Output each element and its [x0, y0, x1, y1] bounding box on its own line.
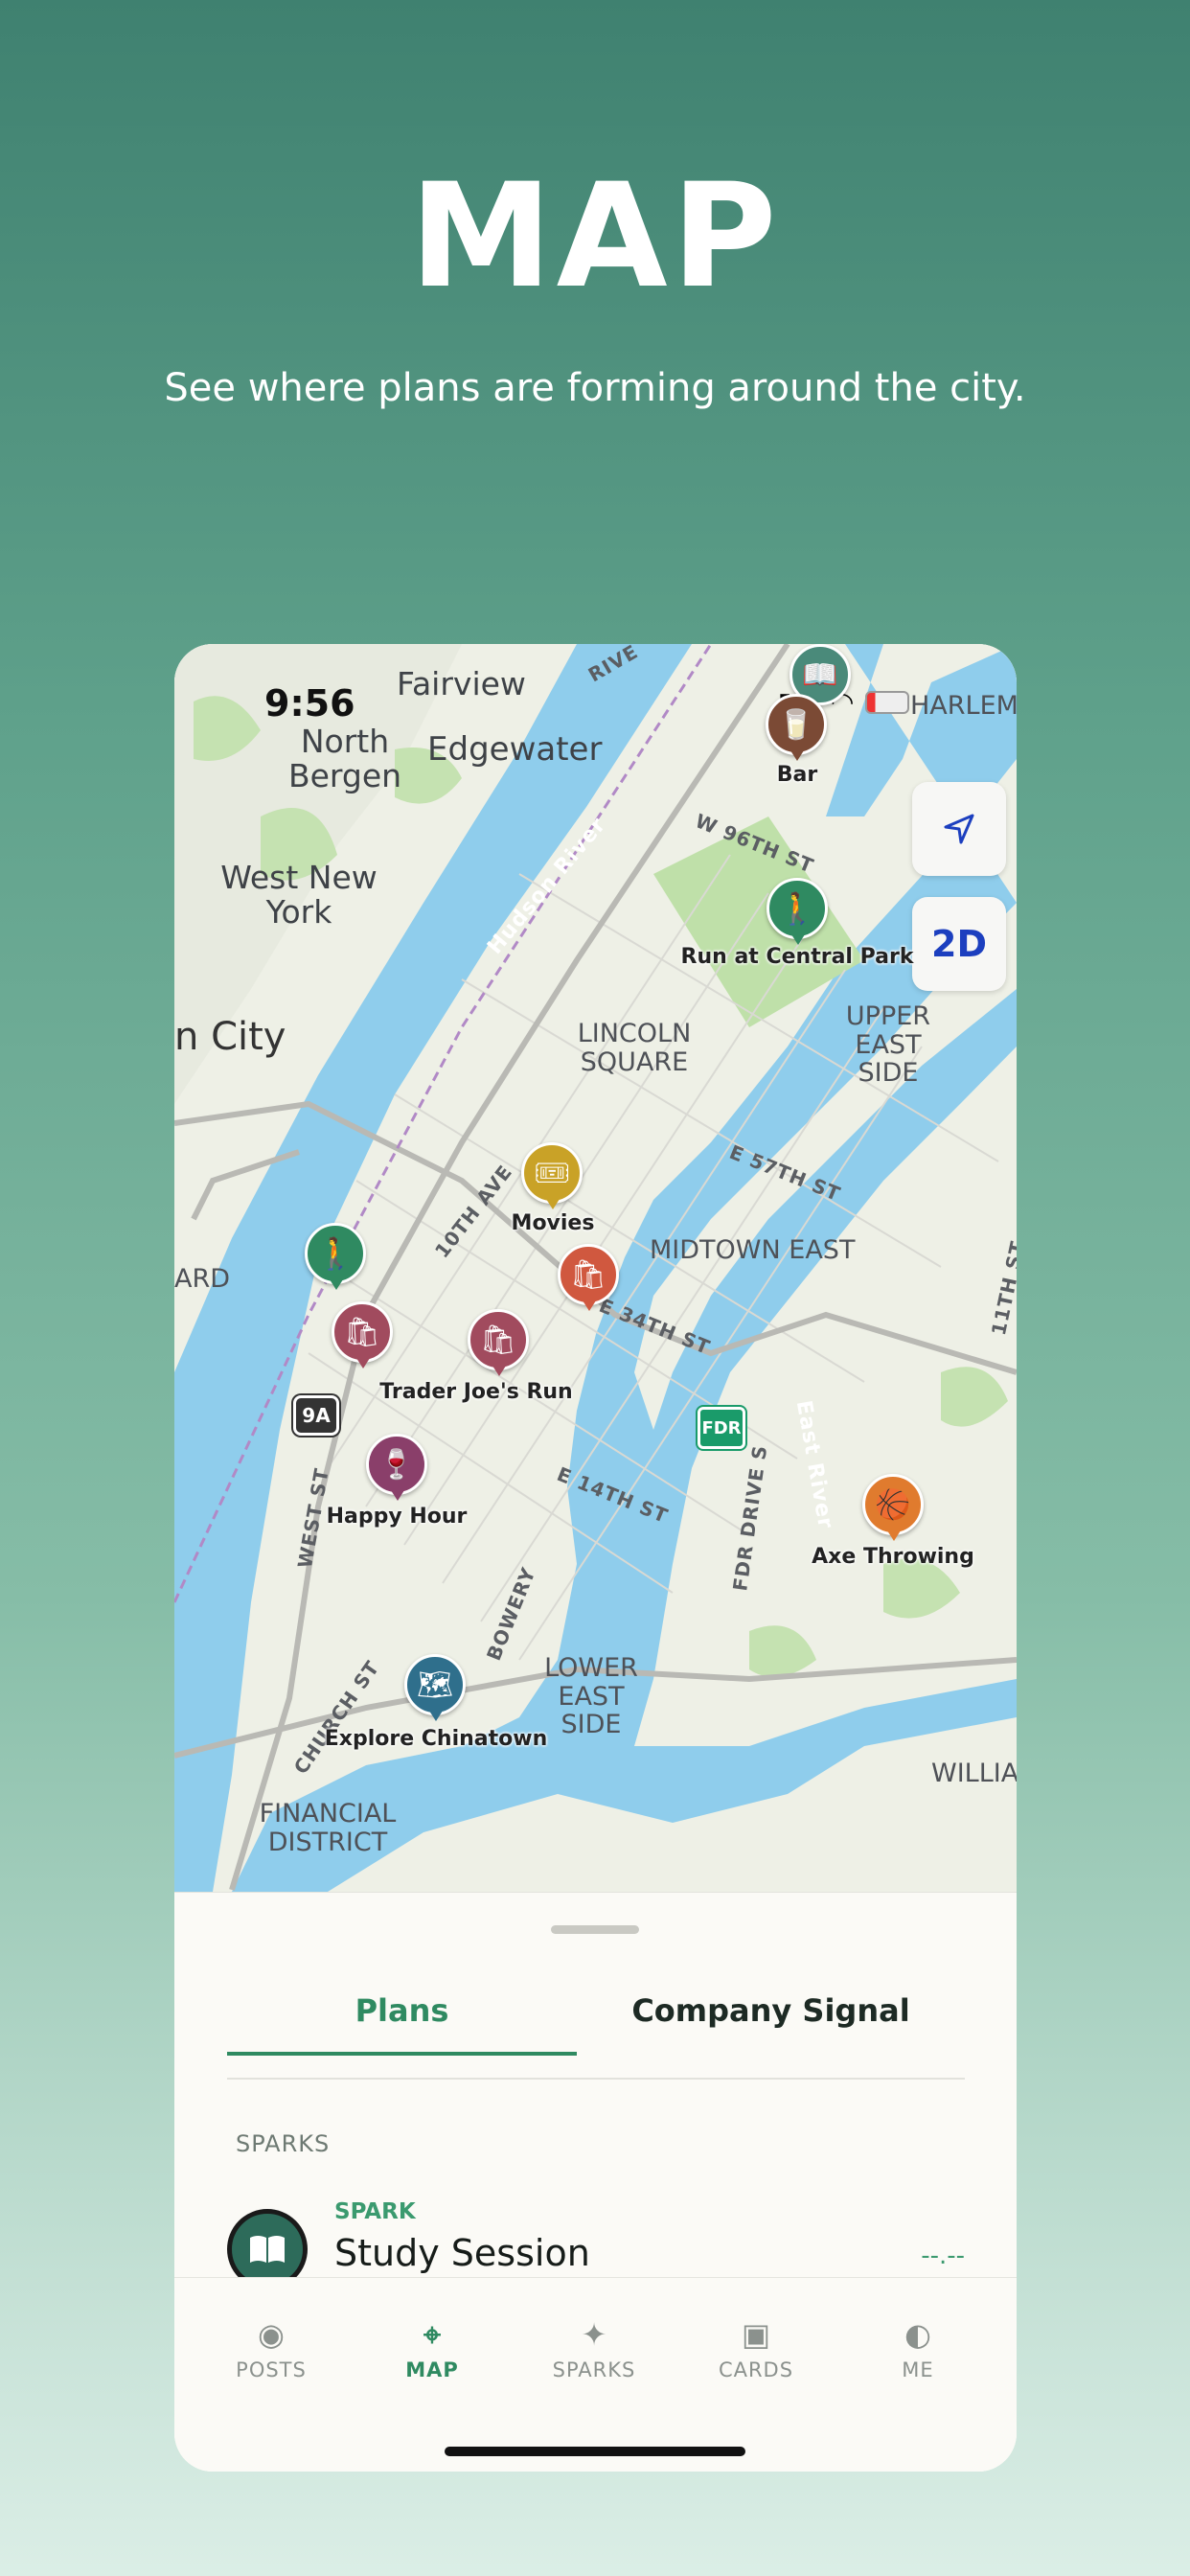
place-jersey-city: n City: [174, 1015, 286, 1059]
home-indicator[interactable]: [445, 2447, 745, 2456]
posts-icon: ◉: [258, 2316, 285, 2353]
map-pin-happy-hour[interactable]: 🍷: [366, 1434, 429, 1505]
map-pin-shopping-2[interactable]: 🛍: [558, 1244, 621, 1315]
shopping-bag-icon: 🛍: [332, 1301, 393, 1363]
map-crosshair-icon: ⌖: [423, 2316, 442, 2353]
map-pin-trader-joes[interactable]: 🛍: [468, 1309, 531, 1380]
pin-label-run-central-park: Run at Central Park: [680, 945, 914, 969]
tab-plans[interactable]: Plans: [227, 1992, 577, 2029]
navigation-arrow-icon: [944, 814, 974, 844]
shopping-bag-icon: 🛍: [468, 1309, 529, 1370]
tab-company-signal[interactable]: Company Signal: [577, 1992, 965, 2029]
pin-label-movies: Movies: [511, 1211, 595, 1235]
map-pin-run-central-park[interactable]: 🚶: [767, 878, 830, 949]
page-title: MAP: [409, 153, 781, 320]
tabbar-label: SPARKS: [552, 2358, 636, 2381]
sparkle-icon: ✦: [581, 2316, 607, 2353]
tabbar-label: ME: [902, 2358, 934, 2381]
phone-screen: 9:56 ▮▮▮ ◠ Fairview North Bergen Edgewat…: [174, 644, 1017, 2472]
tabbar-posts[interactable]: ◉ POSTS: [204, 2316, 338, 2381]
place-west-new-york: West New York: [220, 859, 378, 932]
fdr-shield: FDR: [698, 1407, 745, 1449]
section-label-sparks: SPARKS: [236, 2130, 331, 2157]
locate-button[interactable]: [912, 782, 1006, 876]
place-ard: ARD: [174, 1264, 231, 1294]
map-icon: 🗺: [404, 1654, 466, 1715]
tabbar-label: POSTS: [236, 2358, 307, 2381]
walking-person-icon: 🚶: [305, 1223, 366, 1284]
route-9a-shield: 9A: [293, 1395, 339, 1436]
tab-divider: [227, 2078, 965, 2080]
spark-time: --.--: [921, 2242, 965, 2270]
tab-underline: [227, 2052, 577, 2056]
wine-glass-icon: 🍷: [366, 1434, 427, 1495]
map-pin-explore-chinatown[interactable]: 🗺: [404, 1654, 468, 1725]
spark-list-item[interactable]: SPARK Study Session --.--: [227, 2199, 965, 2289]
ticket-icon: 🎟: [521, 1142, 583, 1204]
place-north-bergen: North Bergen: [287, 723, 402, 795]
place-midtown-east: MIDTOWN EAST: [650, 1235, 856, 1265]
status-time: 9:56: [264, 682, 355, 724]
profile-icon: ◐: [904, 2316, 931, 2353]
drink-icon: 🥛: [766, 694, 827, 755]
basketball-icon: 🏀: [862, 1474, 924, 1535]
map-pin-axe-throwing[interactable]: 🏀: [862, 1474, 926, 1545]
tabbar-label: CARDS: [718, 2358, 794, 2381]
cards-icon: ▣: [741, 2316, 771, 2353]
place-williamsburg: WILLIAM: [931, 1759, 1017, 1788]
shopping-bags-icon: 🛍: [558, 1244, 619, 1305]
pin-label-bar: Bar: [776, 763, 818, 787]
tabbar-sparks[interactable]: ✦ SPARKS: [527, 2316, 661, 2381]
map-mode-toggle[interactable]: 2D: [912, 897, 1006, 991]
spark-title: Study Session: [334, 2232, 590, 2274]
pin-label-trader-joes: Trader Joe's Run: [379, 1380, 573, 1404]
pin-label-happy-hour: Happy Hour: [326, 1505, 468, 1529]
sheet-grabber[interactable]: [551, 1925, 639, 1934]
map-pin-walk[interactable]: 🚶: [305, 1223, 368, 1294]
map-view[interactable]: 9:56 ▮▮▮ ◠ Fairview North Bergen Edgewat…: [174, 644, 1017, 1892]
map-pin-movies[interactable]: 🎟: [521, 1142, 584, 1213]
pin-label-axe-throwing: Axe Throwing: [812, 1545, 974, 1569]
battery-icon: [865, 690, 910, 714]
place-fairview: Fairview: [397, 665, 526, 702]
bottom-tab-bar: ◉ POSTS ⌖ MAP ✦ SPARKS ▣ CARDS ◐ ME: [174, 2277, 1017, 2472]
tabbar-cards[interactable]: ▣ CARDS: [689, 2316, 823, 2381]
tabbar-me[interactable]: ◐ ME: [851, 2316, 985, 2381]
map-mode-label: 2D: [931, 923, 987, 965]
walking-person-icon: 🚶: [767, 878, 828, 939]
tabbar-label: MAP: [405, 2358, 459, 2381]
spark-kicker: SPARK: [334, 2199, 416, 2224]
place-edgewater: Edgewater: [427, 730, 603, 769]
place-financial-district: FINANCIAL DISTRICT: [259, 1799, 397, 1857]
map-pin-bar[interactable]: 🥛: [766, 694, 829, 765]
pin-label-explore-chinatown: Explore Chinatown: [324, 1727, 548, 1751]
place-lincoln-square: LINCOLN SQUARE: [577, 1019, 692, 1077]
map-pin-shopping[interactable]: 🛍: [332, 1301, 395, 1372]
place-harlem: HARLEM: [910, 691, 1017, 721]
tabbar-map[interactable]: ⌖ MAP: [365, 2316, 499, 2381]
place-upper-east-side: UPPER EAST SIDE: [845, 1001, 931, 1089]
page-subtitle: See where plans are forming around the c…: [164, 366, 1026, 410]
